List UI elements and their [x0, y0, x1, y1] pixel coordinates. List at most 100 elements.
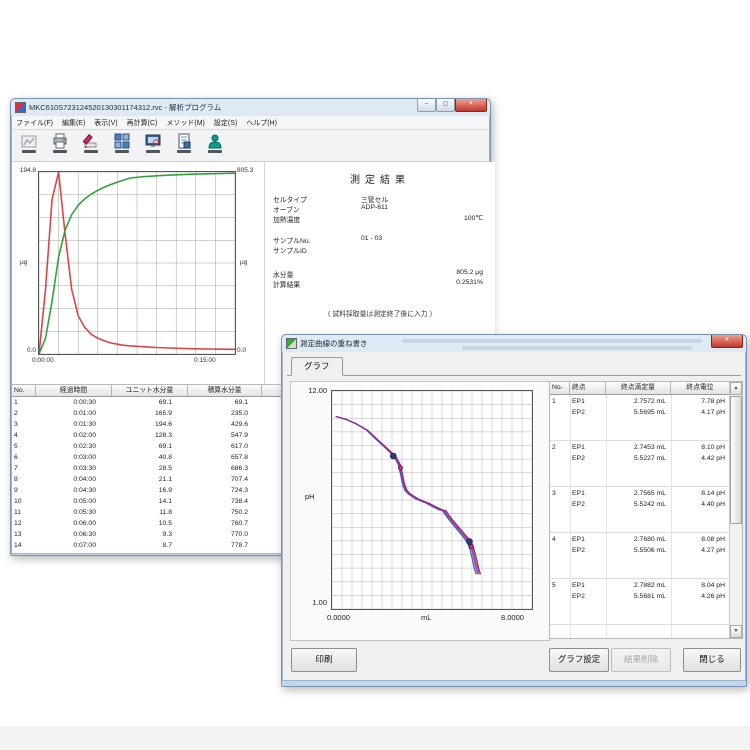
minimize-button[interactable]: – — [417, 99, 436, 112]
toolbar-user-button[interactable] — [200, 131, 229, 160]
scroll-down-icon[interactable]: ▼ — [730, 625, 742, 638]
menubar: ファイル(F) 編集(E) 表示(V) 再計算(C) メソッド(M) 設定(S)… — [12, 116, 489, 130]
menu-help[interactable]: ヘルプ(H) — [246, 118, 277, 128]
table-cell: 0:02:00 — [36, 430, 112, 441]
ep-cell: 5.5227 mL — [606, 453, 671, 464]
scrollbar-thumb[interactable] — [730, 396, 742, 524]
toolbar-label-bar — [208, 150, 222, 153]
table-cell: 738.4 — [188, 496, 262, 507]
left-axis-max: 194.8 — [14, 167, 36, 174]
monitor-icon — [145, 133, 161, 149]
cell-type-label: セルタイプ — [273, 194, 361, 204]
column-header-unit-water[interactable]: ユニット水分量 — [112, 385, 188, 397]
ep-table-row[interactable]: 4EP12.7680 mL8.08 pHEP25.5506 mL4.27 pH — [550, 533, 729, 579]
graph-settings-button[interactable]: グラフ設定 — [549, 648, 609, 672]
ep-cell: 4.26 pH — [671, 591, 729, 602]
ph-axis-max: 12.00 — [295, 386, 327, 395]
dialog-titlebar[interactable]: 測定曲線の重ね書き × — [282, 335, 746, 352]
menu-edit[interactable]: 編集(E) — [62, 118, 85, 128]
table-cell: 14.1 — [112, 496, 188, 507]
toolbar-label-bar — [84, 150, 98, 153]
scroll-up-icon[interactable]: ▲ — [730, 382, 742, 395]
menu-recalc[interactable]: 再計算(C) — [127, 118, 158, 128]
ep-table-row[interactable]: 2EP12.7453 mL8.10 pHEP25.5227 mL4.42 pH — [550, 441, 729, 487]
calc-label: 計算結果 — [273, 279, 361, 289]
ep-cell: 5 — [550, 580, 570, 591]
print-button[interactable]: 印刷 — [291, 648, 357, 672]
toolbar-label-bar — [22, 150, 36, 153]
toolbar-print-button[interactable] — [45, 131, 74, 160]
ep-column-volume[interactable]: 終点滴定量 — [606, 382, 671, 395]
delete-results-button[interactable]: 結果削除 — [611, 648, 671, 672]
ep-cell: EP1 — [570, 442, 606, 453]
overlay-dialog: 測定曲線の重ね書き × グラフ 12.00 pH 1.00 0.0000 mL … — [281, 334, 747, 687]
table-cell: 21.1 — [112, 474, 188, 485]
ep-table-row[interactable]: 5EP12.7882 mL8.04 pHEP25.5681 mL4.26 pH — [550, 579, 729, 625]
x-axis-start: 0:00:00 — [32, 357, 54, 364]
table-cell: 10 — [12, 496, 36, 507]
table-cell: 657.8 — [188, 452, 262, 463]
water-label: 水分量 — [273, 269, 361, 279]
titration-chart-plot — [332, 391, 532, 609]
menu-method[interactable]: メソッド(M) — [166, 118, 205, 128]
close-dialog-button[interactable]: 閉じる — [683, 648, 741, 672]
ep-table-row[interactable]: 1EP12.7572 mL7.78 pHEP25.5695 mL4.17 pH — [550, 395, 729, 441]
table-cell: 8 — [12, 474, 36, 485]
menu-view[interactable]: 表示(V) — [94, 118, 117, 128]
table-cell: 40.8 — [112, 452, 188, 463]
table-cell: 8.7 — [112, 540, 188, 551]
heat-temp-label: 加熱温度 — [273, 214, 361, 224]
table-cell: 69.1 — [112, 441, 188, 452]
table-cell: 194.6 — [112, 419, 188, 430]
table-cell: 69.1 — [188, 397, 262, 408]
ep-cell: EP2 — [570, 591, 606, 602]
table-cell: 724.3 — [188, 485, 262, 496]
column-divider — [671, 395, 672, 638]
table-cell: 429.6 — [188, 419, 262, 430]
toolbar-chart-button[interactable] — [14, 131, 43, 160]
ep-cell: 4.17 pH — [671, 407, 729, 418]
ep-cell: 2 — [550, 442, 570, 453]
dialog-close-icon[interactable]: × — [711, 335, 743, 348]
document-icon — [176, 133, 192, 149]
ep-cell: EP2 — [570, 545, 606, 556]
close-button[interactable]: × — [455, 99, 487, 112]
dialog-title: 測定曲線の重ね書き — [300, 338, 368, 349]
ep-cell: 1 — [550, 396, 570, 407]
ep-cell — [550, 591, 570, 602]
ep-cell: 8.04 pH — [671, 580, 729, 591]
window-title: MKC610S723124520130301174312.rvc - 解析プログ… — [29, 102, 221, 113]
ep-column-no[interactable]: No. — [550, 382, 570, 395]
ep-column-endpoint[interactable]: 終点 — [570, 382, 606, 395]
maximize-button[interactable]: ▢ — [436, 99, 455, 112]
drying-chart-plot — [39, 172, 235, 354]
column-header-total-water[interactable]: 積算水分量 — [188, 385, 262, 397]
table-cell: 11 — [12, 507, 36, 518]
toolbar-edit-button[interactable] — [76, 131, 105, 160]
menu-file[interactable]: ファイル(F) — [16, 118, 53, 128]
table-cell: 9.3 — [112, 529, 188, 540]
menu-settings[interactable]: 設定(S) — [214, 118, 237, 128]
ep-table-scrollbar[interactable]: ▲ ▼ — [729, 382, 742, 638]
column-header-elapsed[interactable]: 経過時間 — [36, 385, 112, 397]
ep-cell: 2.7565 mL — [606, 488, 671, 499]
tab-graph[interactable]: グラフ — [291, 357, 343, 376]
ep-cell: 3 — [550, 488, 570, 499]
table-cell: 617.0 — [188, 441, 262, 452]
ep-table-body: 1EP12.7572 mL7.78 pHEP25.5695 mL4.17 pH2… — [550, 395, 729, 638]
app-icon — [15, 102, 26, 113]
ep-column-potential[interactable]: 終点電位 — [671, 382, 729, 395]
sample-id-label: サンプルID — [273, 245, 361, 255]
ep-table-row[interactable]: 3EP12.7565 mL8.14 pHEP25.5242 mL4.40 pH — [550, 487, 729, 533]
table-cell: 778.7 — [188, 540, 262, 551]
table-cell: 28.5 — [112, 463, 188, 474]
right-axis-max: 805.3 — [237, 167, 253, 174]
column-header-no[interactable]: No. — [12, 385, 36, 397]
toolbar-monitor-button[interactable] — [138, 131, 167, 160]
analysis-titlebar[interactable]: MKC610S723124520130301174312.rvc - 解析プログ… — [11, 99, 490, 116]
toolbar-tile-button[interactable] — [107, 131, 136, 160]
glass-reflection — [462, 346, 692, 350]
table-cell: 0:04:30 — [36, 485, 112, 496]
toolbar-document-button[interactable] — [169, 131, 198, 160]
table-cell: 128.3 — [112, 430, 188, 441]
